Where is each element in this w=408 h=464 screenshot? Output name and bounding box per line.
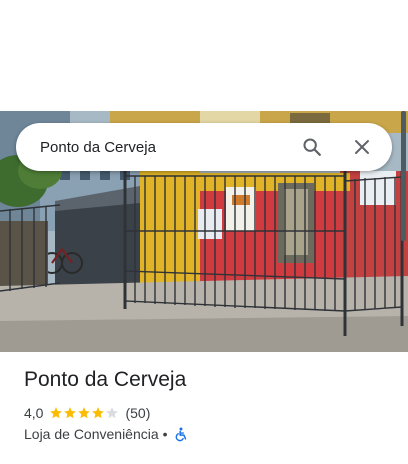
place-screen: Ponto da Cerveja Ponto da Cerveja 4,0 (5… <box>0 0 408 464</box>
rating-row[interactable]: 4,0 (50) <box>24 404 150 422</box>
place-name[interactable]: Ponto da Cerveja <box>24 368 186 392</box>
star-icon <box>50 407 63 419</box>
close-icon[interactable] <box>350 135 374 159</box>
review-count[interactable]: (50) <box>125 405 150 421</box>
star-icon <box>78 407 91 419</box>
separator-dot: • <box>162 426 168 442</box>
star-icon <box>92 407 105 419</box>
place-category[interactable]: Loja de Conveniência <box>24 426 159 442</box>
photo-scrollbar[interactable] <box>401 111 406 241</box>
rating-value: 4,0 <box>24 405 44 421</box>
wheelchair-accessible-icon[interactable] <box>174 426 188 442</box>
star-icon <box>106 407 119 419</box>
star-icon <box>64 407 77 419</box>
category-row: Loja de Conveniência • <box>24 425 188 443</box>
rating-stars <box>49 406 119 420</box>
search-bar[interactable]: Ponto da Cerveja <box>16 123 392 171</box>
search-query-text[interactable]: Ponto da Cerveja <box>40 139 300 156</box>
search-icon[interactable] <box>300 135 324 159</box>
